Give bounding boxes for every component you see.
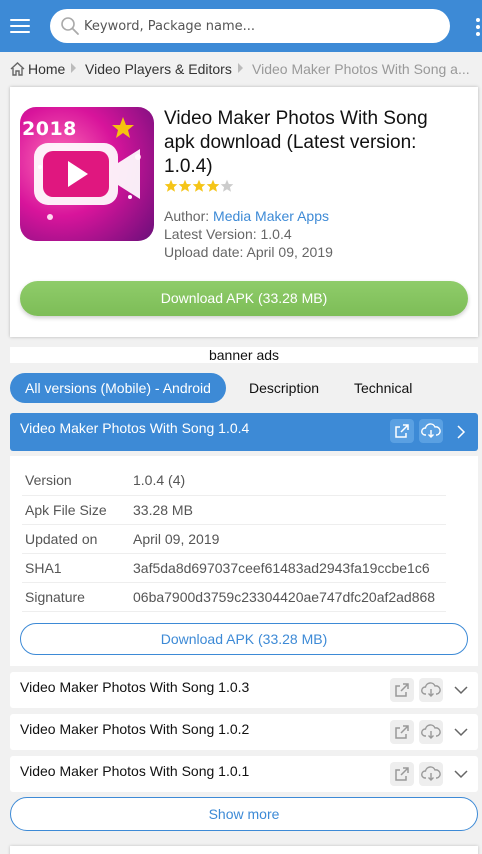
spec-key: Apk File Size [22, 495, 130, 525]
open-link-icon[interactable] [390, 720, 414, 744]
chevron-down-icon[interactable] [453, 682, 469, 698]
tab-description[interactable]: Description [249, 373, 319, 403]
more-options-icon[interactable] [474, 16, 482, 38]
search-input[interactable] [84, 9, 434, 43]
spec-row: Apk File Size 33.28 MB [22, 495, 446, 525]
cloud-download-icon[interactable] [419, 762, 443, 786]
spec-key: Version [22, 466, 130, 496]
star-filled-icon [192, 179, 206, 192]
spec-key: Updated on [22, 524, 130, 554]
author-link[interactable]: Media Maker Apps [213, 208, 329, 224]
download-apk-version-button[interactable]: Download APK (33.28 MB) [20, 623, 468, 655]
chevron-right-icon[interactable] [453, 424, 469, 440]
version-row[interactable]: Video Maker Photos With Song 1.0.3 [10, 672, 478, 708]
author-label: Author: [164, 208, 214, 224]
spec-row: Updated on April 09, 2019 [22, 524, 446, 554]
version-header-current[interactable]: Video Maker Photos With Song 1.0.4 [10, 413, 478, 451]
app-title: Video Maker Photos With Song apk downloa… [164, 107, 464, 179]
show-more-button[interactable]: Show more [10, 797, 478, 831]
spec-table: Version 1.0.4 (4) Apk File Size 33.28 MB U… [22, 466, 446, 612]
version-name: Video Maker Photos With Song 1.0.1 [20, 763, 250, 779]
star-filled-icon [164, 179, 178, 192]
star-empty-icon [220, 179, 234, 192]
star-filled-icon [178, 179, 192, 192]
spec-row: Version 1.0.4 (4) [22, 466, 446, 496]
spec-value: 06ba7900d3759c23304420ae747dfc20af2ad868 [130, 582, 446, 612]
tab-technical[interactable]: Technical [354, 373, 412, 403]
spec-value: April 09, 2019 [130, 524, 446, 554]
breadcrumb-separator-icon [238, 63, 243, 73]
open-link-icon[interactable] [390, 419, 414, 443]
app-title-line: Video Maker Photos With Song [164, 108, 428, 129]
spec-row: SHA1 3af5da8d697037ceef61483ad2943fa19ccb… [22, 553, 446, 583]
banner-ads: banner ads [10, 347, 478, 363]
breadcrumb-separator-icon [71, 63, 76, 73]
app-info-card: 2018 Video Maker Photos With Song apk do… [10, 87, 478, 337]
version-name: Video Maker Photos With Song 1.0.4 [20, 420, 250, 436]
breadcrumb: Home Video Players & Editors Video Maker… [0, 52, 482, 86]
search-box[interactable] [50, 9, 450, 43]
star-filled-icon [206, 179, 220, 192]
app-author: Author: Media Maker Apps [164, 208, 329, 224]
breadcrumb-category[interactable]: Video Players & Editors [85, 61, 232, 77]
breadcrumb-home[interactable]: Home [28, 61, 65, 77]
breadcrumb-current: Video Maker Photos With Song a... [252, 61, 470, 77]
cloud-download-icon[interactable] [419, 720, 443, 744]
hamburger-menu-icon[interactable] [8, 14, 32, 38]
open-link-icon[interactable] [390, 762, 414, 786]
cloud-download-icon[interactable] [419, 678, 443, 702]
spec-key: Signature [22, 582, 130, 612]
open-link-icon[interactable] [390, 678, 414, 702]
version-row[interactable]: Video Maker Photos With Song 1.0.1 [10, 756, 478, 792]
version-name: Video Maker Photos With Song 1.0.2 [20, 721, 250, 737]
spec-value: 1.0.4 (4) [130, 466, 446, 496]
top-bar [0, 0, 482, 52]
rating-stars [164, 179, 234, 195]
chevron-down-icon[interactable] [453, 724, 469, 740]
version-details: Version 1.0.4 (4) Apk File Size 33.28 MB U… [10, 456, 478, 666]
latest-version: Latest Version: 1.0.4 [164, 226, 292, 242]
tabs: All versions (Mobile) - Android Descript… [10, 373, 478, 403]
search-icon [61, 17, 79, 35]
app-icon: 2018 [20, 107, 154, 241]
spec-key: SHA1 [22, 553, 130, 583]
upload-date: Upload date: April 09, 2019 [164, 244, 333, 260]
version-row[interactable]: Video Maker Photos With Song 1.0.2 [10, 714, 478, 750]
spec-value: 33.28 MB [130, 495, 446, 525]
download-apk-button[interactable]: Download APK (33.28 MB) [20, 281, 468, 316]
chevron-down-icon[interactable] [453, 766, 469, 782]
tab-all-versions[interactable]: All versions (Mobile) - Android [10, 373, 226, 403]
app-icon-badge: 2018 [22, 118, 77, 140]
next-section-card [10, 846, 478, 854]
spec-row: Signature 06ba7900d3759c23304420ae747dfc2… [22, 582, 446, 612]
version-name: Video Maker Photos With Song 1.0.3 [20, 679, 250, 695]
spec-value: 3af5da8d697037ceef61483ad2943fa19ccbe1c6 [130, 553, 446, 583]
cloud-download-icon[interactable] [419, 419, 443, 443]
home-icon [10, 62, 25, 76]
app-title-line: 1.0.4) [164, 156, 213, 177]
app-title-line: apk download (Latest version: [164, 132, 417, 153]
